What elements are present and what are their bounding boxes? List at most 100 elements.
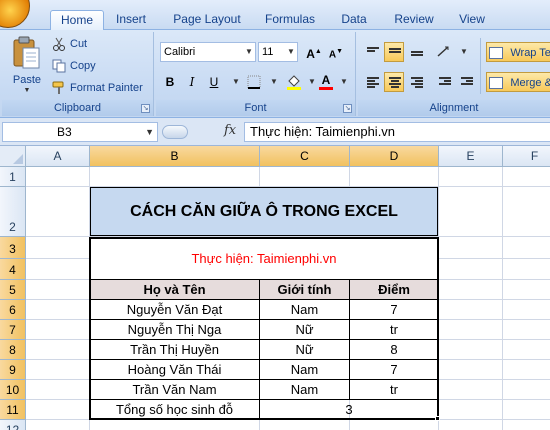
tab-data[interactable]: Data: [334, 10, 374, 30]
underline-dropdown-icon[interactable]: ▼: [226, 72, 246, 92]
font-name-value: Calibri: [164, 46, 196, 58]
row-header-12[interactable]: 12: [0, 420, 26, 430]
row-header-1[interactable]: 1: [0, 167, 26, 187]
decrease-indent-icon: [439, 77, 451, 88]
top-align-button[interactable]: [362, 42, 382, 62]
merge-center-button[interactable]: Merge &: [486, 72, 550, 92]
paste-icon: [13, 36, 40, 69]
worksheet-grid[interactable]: A B C D E F 1 2 3 4 5 6 7 8 9 10 11 12 C…: [0, 146, 550, 430]
paste-dropdown-icon[interactable]: ▼: [8, 87, 46, 94]
row-header-3[interactable]: 3: [0, 237, 26, 259]
font-group: Calibri ▼ 11 ▼ A▲ A▼ B I U ▼ ▼ ▼ A ▼ Fon…: [156, 32, 356, 116]
row-header-11[interactable]: 11: [0, 400, 26, 420]
underline-button[interactable]: U: [204, 72, 224, 92]
cut-button[interactable]: Cut: [52, 34, 87, 54]
fill-handle[interactable]: [435, 416, 440, 421]
sheet-title[interactable]: CÁCH CĂN GIỮA Ô TRONG EXCEL: [90, 187, 438, 236]
row-header-9[interactable]: 9: [0, 360, 26, 380]
formula-bar-resize-handle[interactable]: [162, 125, 188, 139]
formula-tools: fx: [160, 122, 244, 142]
decrease-indent-button[interactable]: [434, 72, 454, 92]
row-header-5[interactable]: 5: [0, 280, 26, 300]
increase-indent-button[interactable]: [456, 72, 476, 92]
column-header-c[interactable]: C: [260, 146, 350, 167]
font-color-dropdown-icon[interactable]: ▼: [334, 72, 354, 92]
bottom-align-button[interactable]: [406, 42, 426, 62]
font-name-select[interactable]: Calibri ▼: [160, 42, 256, 62]
chevron-down-icon: ▼: [245, 47, 253, 56]
middle-align-button[interactable]: [384, 42, 404, 62]
selection-outline: [89, 237, 439, 420]
align-right-icon: [411, 77, 423, 88]
center-button[interactable]: [384, 72, 404, 92]
wrap-text-button[interactable]: Wrap Te: [486, 42, 550, 62]
tab-review[interactable]: Review: [388, 10, 440, 30]
row-header-10[interactable]: 10: [0, 380, 26, 400]
clipboard-group-label: Clipboard: [2, 100, 153, 116]
font-color-button[interactable]: A: [316, 72, 336, 92]
font-size-select[interactable]: 11 ▼: [258, 42, 298, 62]
borders-dropdown-icon[interactable]: ▼: [264, 72, 284, 92]
paste-button[interactable]: Paste ▼: [8, 36, 46, 96]
align-center-icon: [389, 77, 401, 88]
formula-bar: B3 ▼ fx Thực hiện: Taimienphi.vn: [0, 118, 550, 146]
copy-label: Copy: [70, 60, 96, 72]
bold-button[interactable]: B: [160, 72, 180, 92]
name-box-value: B3: [57, 125, 72, 139]
column-header-b[interactable]: B: [90, 146, 260, 167]
select-all-button[interactable]: [0, 146, 26, 167]
wrap-text-label: Wrap Te: [510, 47, 550, 59]
orientation-button[interactable]: [434, 42, 454, 62]
tab-page-layout[interactable]: Page Layout: [166, 10, 248, 30]
alignment-group-label: Alignment: [358, 100, 550, 116]
fill-color-button[interactable]: [284, 72, 304, 92]
align-right-button[interactable]: [406, 72, 426, 92]
shrink-font-button[interactable]: A▼: [326, 42, 346, 62]
column-header-a[interactable]: A: [26, 146, 90, 167]
chevron-down-icon: ▼: [287, 47, 295, 56]
font-group-label: Font: [156, 100, 355, 116]
chevron-down-icon[interactable]: ▼: [145, 123, 154, 141]
borders-button[interactable]: [244, 72, 264, 92]
orientation-dropdown-icon[interactable]: ▼: [454, 42, 474, 62]
scissors-icon: [53, 37, 65, 52]
row-header-7[interactable]: 7: [0, 320, 26, 340]
name-box[interactable]: B3 ▼: [2, 122, 158, 142]
formula-input[interactable]: Thực hiện: Taimienphi.vn: [244, 122, 550, 142]
row-header-6[interactable]: 6: [0, 300, 26, 320]
grow-font-button[interactable]: A▲: [304, 42, 324, 62]
middle-align-icon: [389, 48, 401, 59]
copy-button[interactable]: Copy: [52, 56, 96, 76]
column-header-d[interactable]: D: [350, 146, 439, 167]
office-button[interactable]: [0, 0, 30, 28]
row-header-2[interactable]: 2: [0, 187, 26, 237]
alignment-group: ▼ Wrap Te Merge & Alignment: [358, 32, 550, 116]
tab-view[interactable]: View: [452, 10, 492, 30]
font-color-icon: A: [321, 73, 331, 87]
insert-function-icon[interactable]: fx: [224, 123, 236, 138]
column-header-e[interactable]: E: [439, 146, 503, 167]
font-launcher-icon[interactable]: ↘: [343, 104, 352, 113]
row-header-4[interactable]: 4: [0, 259, 26, 280]
format-painter-button[interactable]: Format Painter: [52, 78, 143, 98]
font-color-swatch: [319, 87, 333, 90]
cut-label: Cut: [70, 38, 88, 50]
italic-button[interactable]: I: [182, 72, 202, 92]
tab-insert[interactable]: Insert: [108, 10, 154, 30]
alignment-divider: [480, 38, 481, 94]
font-size-value: 11: [262, 46, 274, 58]
tab-home[interactable]: Home: [50, 10, 104, 31]
orientation-icon: [437, 46, 449, 57]
grow-font-icon: A: [306, 47, 315, 61]
column-header-f[interactable]: F: [503, 146, 550, 167]
merge-center-icon: [489, 76, 503, 89]
clipboard-launcher-icon[interactable]: ↘: [141, 104, 150, 113]
ribbon-tab-bar: Home Insert Page Layout Formulas Data Re…: [0, 0, 550, 31]
row-header-8[interactable]: 8: [0, 340, 26, 360]
ribbon-home: Paste ▼ Cut Copy Format Painter Clipboar…: [0, 30, 550, 118]
bottom-align-icon: [411, 51, 423, 62]
increase-indent-icon: [461, 77, 473, 88]
align-left-button[interactable]: [362, 72, 382, 92]
wrap-text-icon: [489, 46, 503, 59]
tab-formulas[interactable]: Formulas: [258, 10, 322, 30]
